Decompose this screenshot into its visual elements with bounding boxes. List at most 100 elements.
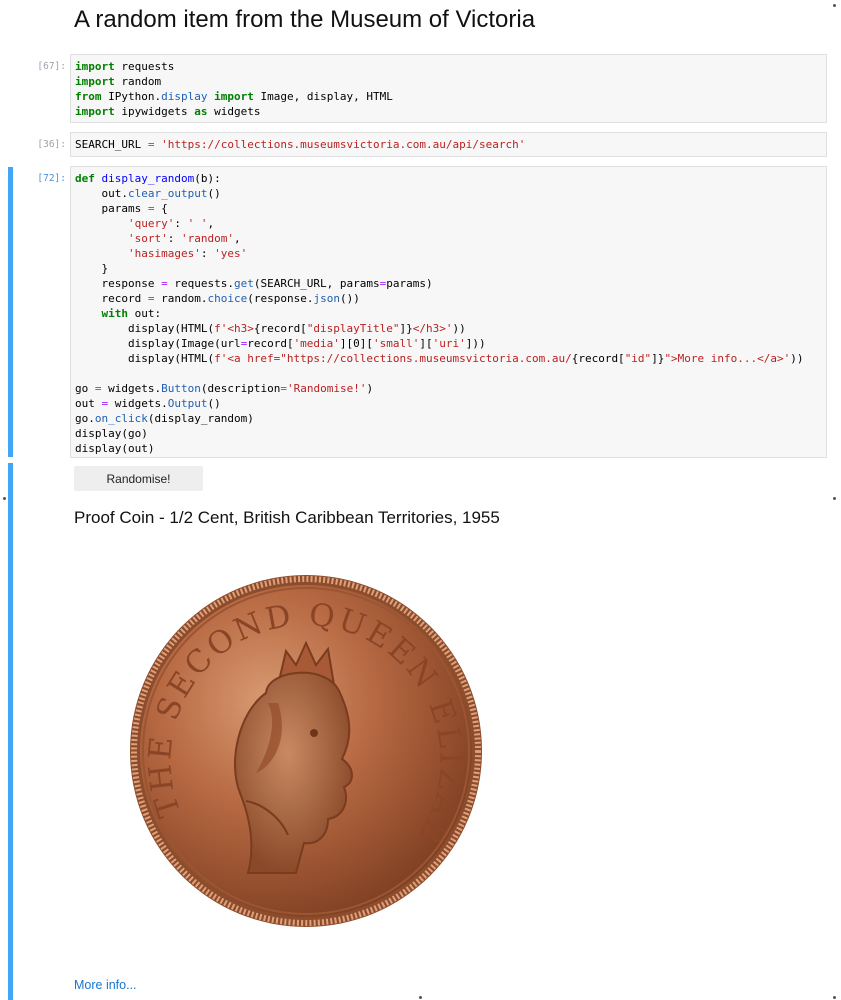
code-token: requests. xyxy=(167,277,234,290)
code-token: import xyxy=(214,90,254,103)
record-title: Proof Coin - 1/2 Cent, British Caribbean… xyxy=(74,508,500,527)
code-line: 'sort': 'random', xyxy=(75,231,822,246)
code-token: import xyxy=(75,105,115,118)
resize-handle-icon[interactable] xyxy=(833,497,836,500)
code-token: "id" xyxy=(624,352,652,365)
code-token: 'small' xyxy=(373,337,420,350)
code-line: } xyxy=(75,261,822,276)
code-token: Output xyxy=(167,397,208,410)
code-token: out: xyxy=(128,307,162,320)
resize-handle-icon[interactable] xyxy=(419,996,422,999)
code-token: ()) xyxy=(339,292,360,305)
code-token: "displayTitle" xyxy=(306,322,400,335)
code-token: out. xyxy=(75,187,128,200)
code-token: choice xyxy=(207,292,248,305)
code-token: : xyxy=(174,217,188,230)
code-token: } xyxy=(75,262,109,275)
code-token: SEARCH_URL xyxy=(75,138,148,151)
code-token: clear_output xyxy=(127,187,208,200)
code-line: from IPython.display import Image, displ… xyxy=(75,89,822,104)
code-token: (display_random) xyxy=(147,412,254,425)
code-line: out.clear_output() xyxy=(75,186,822,201)
code-token: 'media' xyxy=(293,337,340,350)
code-token: 'query' xyxy=(127,217,175,230)
code-token: record xyxy=(75,292,148,305)
code-token: { xyxy=(154,202,168,215)
code-token: go xyxy=(75,382,95,395)
code-line: import ipywidgets as widgets xyxy=(75,104,822,119)
code-token: {record[ xyxy=(571,352,625,365)
code-token: widgets xyxy=(207,105,261,118)
code-token: IPython. xyxy=(101,90,162,103)
code-line: import random xyxy=(75,74,822,89)
code-token: Image, display, HTML xyxy=(253,90,393,103)
code-token: = xyxy=(94,382,102,395)
code-token: </h3>' xyxy=(412,322,453,335)
code-token: go. xyxy=(75,412,95,425)
code-token: response xyxy=(75,277,162,290)
code-token: out xyxy=(75,397,102,410)
code-editor[interactable]: def display_random(b): out.clear_output(… xyxy=(70,166,827,458)
code-token: (response. xyxy=(247,292,314,305)
code-line: out = widgets.Output() xyxy=(75,396,822,411)
more-info-link[interactable]: More info... xyxy=(74,978,137,992)
code-token: () xyxy=(207,397,221,410)
cell-selection-bar xyxy=(8,167,13,457)
code-token: = xyxy=(280,382,287,395)
code-token: : xyxy=(167,232,181,245)
cell-prompt: [67]: xyxy=(37,61,66,72)
code-token: (description xyxy=(200,382,281,395)
code-token: ][0][ xyxy=(339,337,374,350)
code-token: , xyxy=(207,217,215,230)
code-line: display(go) xyxy=(75,426,822,441)
code-token: f'<a href="https://collections.museumsvi… xyxy=(214,352,572,365)
code-token: ][ xyxy=(419,337,433,350)
resize-handle-icon[interactable] xyxy=(833,4,836,7)
code-token: 'Randomise!' xyxy=(286,382,367,395)
code-token: (b): xyxy=(194,172,221,185)
code-token: 'yes' xyxy=(214,247,248,260)
code-token: ])) xyxy=(465,337,486,350)
code-line: 'hasimages': 'yes' xyxy=(75,246,822,261)
code-token: , xyxy=(233,232,241,245)
coin-image: THE SECOND QUEEN ELIZABETH xyxy=(113,545,484,929)
code-token: params) xyxy=(386,277,433,290)
code-token: )) xyxy=(452,322,466,335)
resize-handle-icon[interactable] xyxy=(833,996,836,999)
code-token: display(Image(url xyxy=(75,337,241,350)
code-line: record = random.choice(response.json()) xyxy=(75,291,822,306)
cell-prompt: [36]: xyxy=(37,139,66,150)
code-line: display(HTML(f'<h3>{record["displayTitle… xyxy=(75,321,822,336)
code-token: ' ' xyxy=(187,217,208,230)
code-token: import xyxy=(75,75,115,88)
code-line: SEARCH_URL = 'https://collections.museum… xyxy=(75,137,822,152)
code-token: Button xyxy=(161,382,201,395)
code-token: widgets. xyxy=(101,382,162,395)
code-line: response = requests.get(SEARCH_URL, para… xyxy=(75,276,822,291)
code-token: on_click xyxy=(94,412,148,425)
randomise-button[interactable]: Randomise! xyxy=(74,466,203,491)
code-line: go.on_click(display_random) xyxy=(75,411,822,426)
code-line: display(out) xyxy=(75,441,822,456)
code-token: 'https://collections.museumsvictoria.com… xyxy=(161,138,526,151)
code-editor[interactable]: SEARCH_URL = 'https://collections.museum… xyxy=(70,132,827,157)
code-token: display xyxy=(161,90,208,103)
code-token: with xyxy=(101,307,129,320)
code-token: from xyxy=(75,90,102,103)
code-token: ]} xyxy=(399,322,413,335)
code-editor[interactable]: import requests import random from IPython… xyxy=(70,54,827,123)
code-token: display_random xyxy=(101,172,195,185)
code-token: get xyxy=(233,277,254,290)
resize-handle-icon[interactable] xyxy=(3,497,6,500)
cell-prompt: [72]: xyxy=(37,173,66,184)
code-token: )) xyxy=(790,352,804,365)
code-token: 'sort' xyxy=(127,232,168,245)
code-line: go = widgets.Button(description='Randomi… xyxy=(75,381,822,396)
code-token: display(HTML( xyxy=(75,322,215,335)
code-token: display(go) xyxy=(75,427,148,440)
